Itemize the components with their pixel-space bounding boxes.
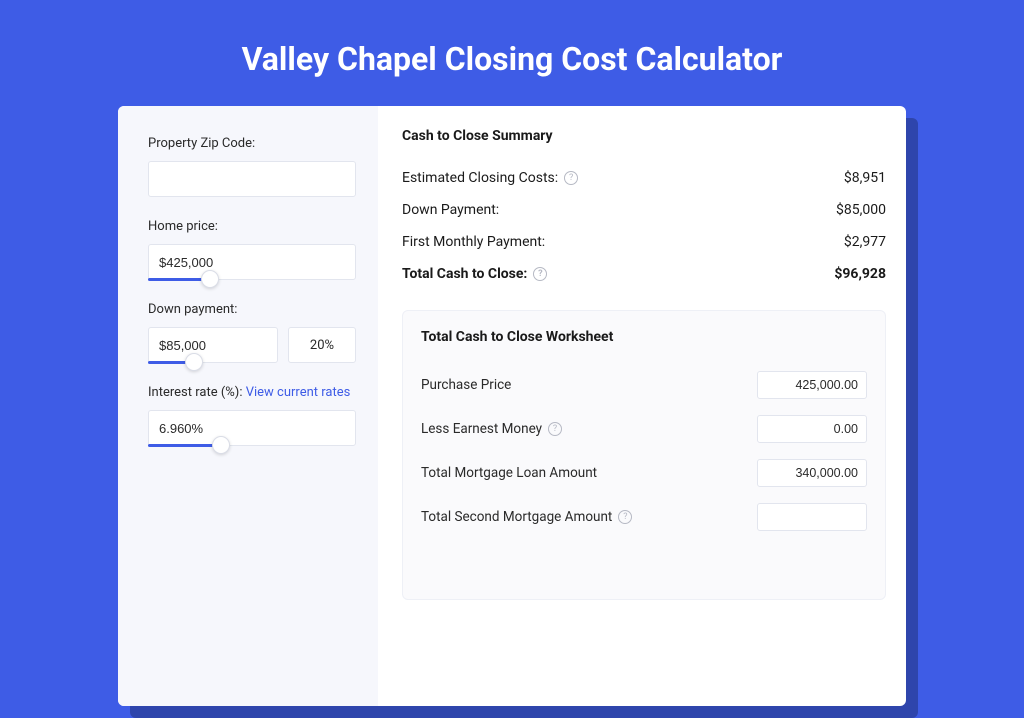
down-payment-percent[interactable]: 20% [288, 327, 356, 363]
worksheet-row: Total Second Mortgage Amount ? [421, 495, 867, 539]
interest-slider[interactable] [148, 410, 356, 446]
worksheet-value-input[interactable] [757, 415, 867, 443]
info-icon[interactable]: ? [564, 171, 578, 185]
info-icon[interactable]: ? [533, 267, 547, 281]
zip-input[interactable] [148, 161, 356, 197]
zip-field-group: Property Zip Code: [148, 136, 356, 197]
summary-row: Estimated Closing Costs: ? $8,951 [402, 162, 886, 194]
summary-label-text: Down Payment: [402, 202, 499, 218]
interest-slider-thumb[interactable] [212, 436, 230, 454]
interest-field-group: Interest rate (%): View current rates [148, 385, 356, 446]
summary-row: First Monthly Payment: $2,977 [402, 226, 886, 258]
view-rates-link[interactable]: View current rates [246, 385, 351, 400]
home-price-slider-thumb[interactable] [201, 270, 219, 288]
worksheet-row: Total Mortgage Loan Amount [421, 451, 867, 495]
summary-row-total: Total Cash to Close: ? $96,928 [402, 258, 886, 290]
summary-row: Down Payment: $85,000 [402, 194, 886, 226]
down-payment-label: Down payment: [148, 302, 356, 317]
inputs-panel: Property Zip Code: Home price: Down paym… [118, 106, 378, 706]
worksheet-value-input[interactable] [757, 371, 867, 399]
down-payment-field-group: Down payment: 20% [148, 302, 356, 363]
home-price-slider[interactable] [148, 244, 356, 280]
summary-value: $2,977 [844, 234, 886, 250]
summary-title: Cash to Close Summary [402, 128, 886, 144]
info-icon[interactable]: ? [548, 422, 562, 436]
worksheet-row: Purchase Price [421, 363, 867, 407]
page-title: Valley Chapel Closing Cost Calculator [0, 0, 1024, 106]
interest-label: Interest rate (%): View current rates [148, 385, 356, 400]
summary-value: $85,000 [836, 202, 886, 218]
worksheet-value-input[interactable] [757, 459, 867, 487]
worksheet-label-text: Total Mortgage Loan Amount [421, 465, 597, 481]
home-price-input[interactable] [148, 244, 356, 280]
summary-label-text: First Monthly Payment: [402, 234, 545, 250]
summary-label-text: Total Cash to Close: [402, 266, 527, 282]
interest-label-text: Interest rate (%): [148, 385, 242, 400]
worksheet-value-input[interactable] [757, 503, 867, 531]
worksheet-box: Total Cash to Close Worksheet Purchase P… [402, 310, 886, 600]
zip-label: Property Zip Code: [148, 136, 356, 151]
down-payment-slider[interactable] [148, 327, 278, 363]
results-panel: Cash to Close Summary Estimated Closing … [378, 106, 906, 706]
info-icon[interactable]: ? [618, 510, 632, 524]
down-payment-slider-thumb[interactable] [185, 353, 203, 371]
summary-value: $96,928 [834, 266, 886, 282]
worksheet-label-text: Less Earnest Money [421, 421, 542, 437]
worksheet-row: Less Earnest Money ? [421, 407, 867, 451]
home-price-label: Home price: [148, 219, 356, 234]
down-payment-input[interactable] [148, 327, 278, 363]
summary-value: $8,951 [844, 170, 886, 186]
worksheet-label-text: Purchase Price [421, 377, 511, 393]
summary-label-text: Estimated Closing Costs: [402, 170, 558, 186]
worksheet-title: Total Cash to Close Worksheet [421, 329, 867, 345]
home-price-field-group: Home price: [148, 219, 356, 280]
calculator-card: Property Zip Code: Home price: Down paym… [118, 106, 906, 706]
interest-input[interactable] [148, 410, 356, 446]
worksheet-label-text: Total Second Mortgage Amount [421, 509, 612, 525]
